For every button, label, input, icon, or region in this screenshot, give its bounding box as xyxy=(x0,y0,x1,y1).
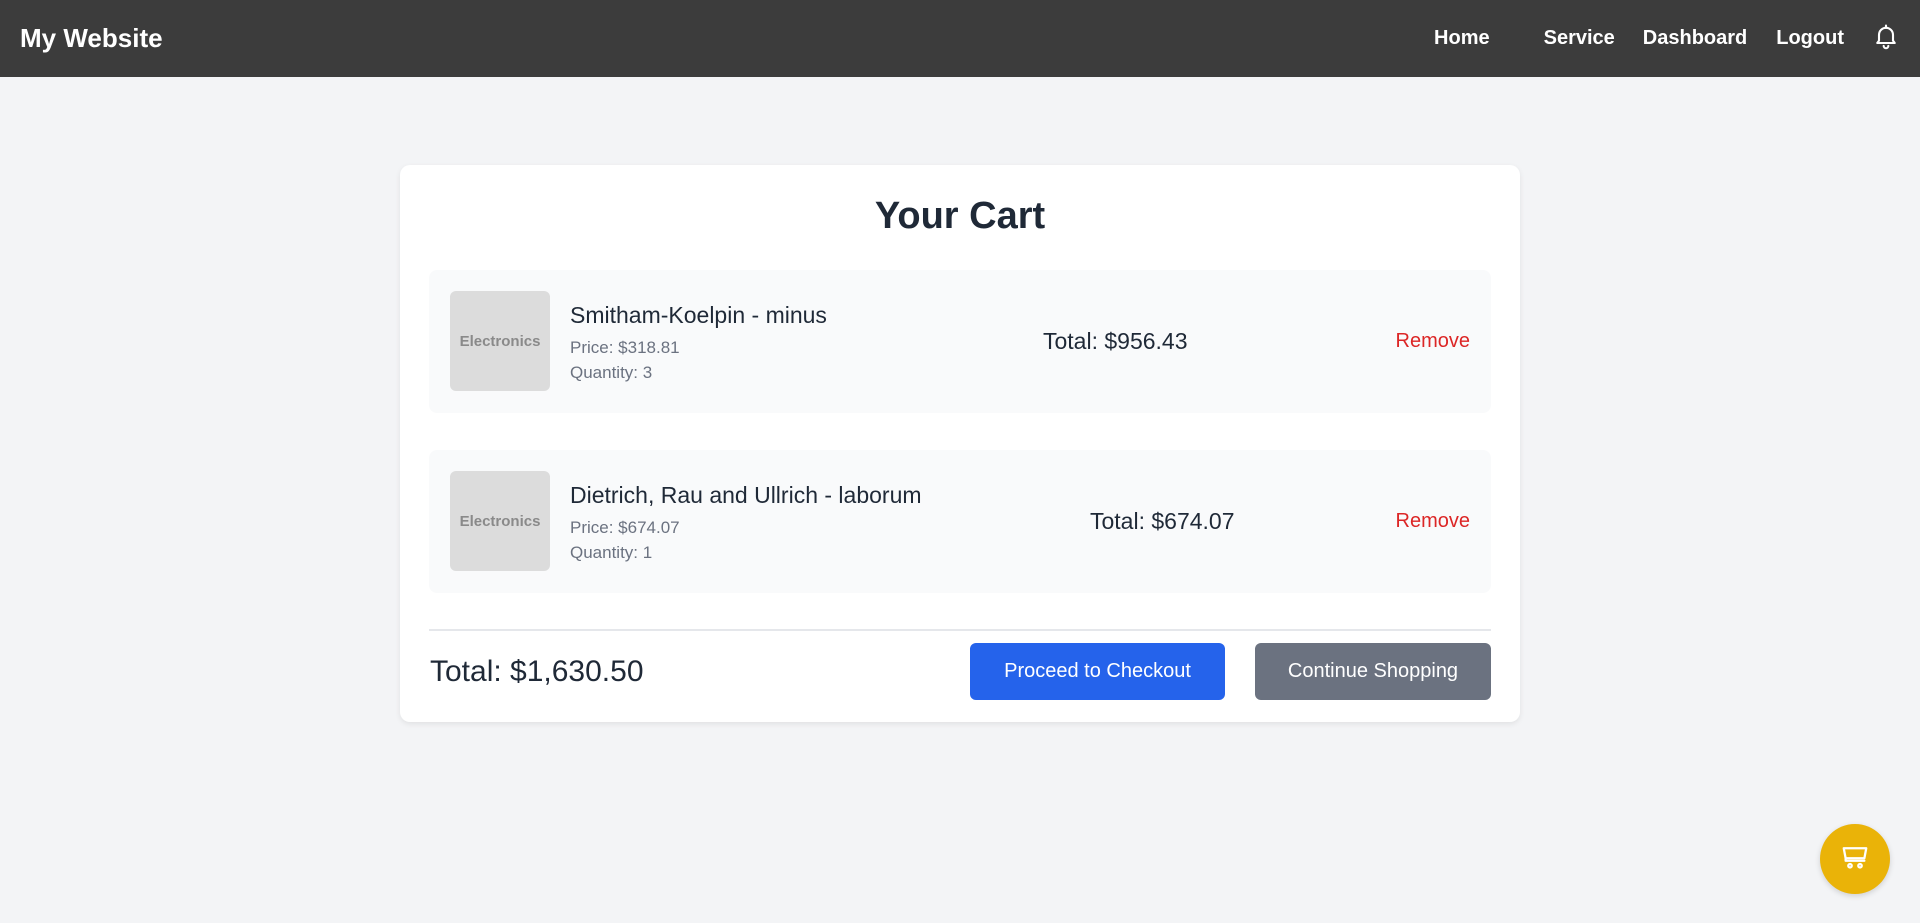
shopping-cart-icon xyxy=(1840,842,1870,877)
cart-title: Your Cart xyxy=(874,195,1046,237)
item-total: Total: $674.07 xyxy=(1090,508,1235,534)
nav-link-home[interactable]: Home xyxy=(1434,27,1490,50)
item-thumbnail: Electronics xyxy=(450,291,550,391)
floating-cart-button[interactable] xyxy=(1820,824,1890,894)
remove-button[interactable]: Remove xyxy=(1396,330,1470,353)
nav-link-logout[interactable]: Logout xyxy=(1776,27,1844,50)
item-price: Price: $318.81 xyxy=(570,338,680,357)
cart-panel: Your Cart Electronics Smitham-Koelpin - … xyxy=(400,165,1520,722)
nav-link-dashboard[interactable]: Dashboard xyxy=(1643,27,1747,50)
item-price: Price: $674.07 xyxy=(570,518,680,537)
item-quantity: Quantity: 1 xyxy=(570,543,653,562)
nav-link-service[interactable]: Service xyxy=(1544,27,1615,50)
cart-grand-total: Total: $1,630.50 xyxy=(430,655,644,688)
cart-item: Electronics Smitham-Koelpin - minus Pric… xyxy=(429,270,1491,413)
site-brand[interactable]: My Website xyxy=(20,23,163,54)
cart-item: Electronics Dietrich, Rau and Ullrich - … xyxy=(429,450,1491,593)
item-name: Smitham-Koelpin - minus xyxy=(570,302,827,328)
item-thumbnail: Electronics xyxy=(450,471,550,571)
bell-icon[interactable] xyxy=(1872,22,1900,50)
top-navbar: My Website Home Service Dashboard Logout xyxy=(0,0,1920,77)
continue-shopping-button[interactable]: Continue Shopping xyxy=(1255,643,1491,700)
cart-divider xyxy=(429,629,1491,631)
remove-button[interactable]: Remove xyxy=(1396,510,1470,533)
item-name: Dietrich, Rau and Ullrich - laborum xyxy=(570,482,922,508)
nav-links: Home Service Dashboard Logout xyxy=(1434,23,1900,50)
item-total: Total: $956.43 xyxy=(1043,328,1188,354)
item-quantity: Quantity: 3 xyxy=(570,363,653,382)
checkout-button[interactable]: Proceed to Checkout xyxy=(970,643,1225,700)
